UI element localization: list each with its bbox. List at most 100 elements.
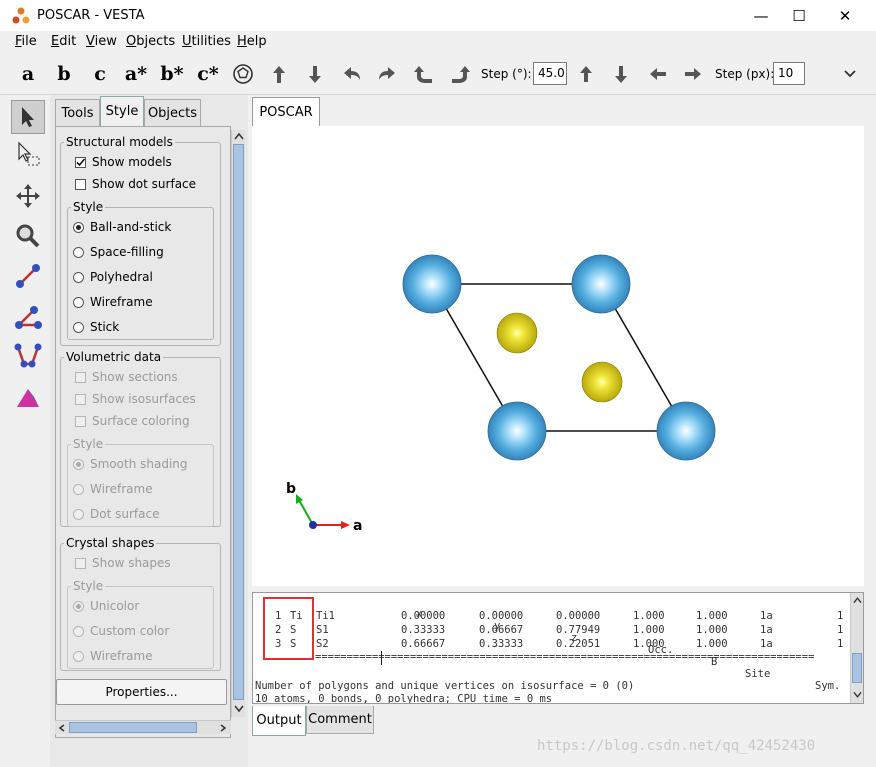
- radio-selected-icon: [73, 221, 84, 233]
- select-box-tool[interactable]: [11, 137, 45, 171]
- show-sections-checkbox[interactable]: Show sections: [75, 370, 178, 384]
- text-cursor: [381, 651, 382, 665]
- scroll-right-icon[interactable]: [219, 724, 227, 732]
- structural-style-group: Style Ball-and-stick Space-filling Polyh…: [67, 200, 214, 340]
- radio-icon: [73, 508, 84, 520]
- scroll-down-icon[interactable]: [234, 705, 244, 713]
- properties-button[interactable]: Properties...: [56, 679, 227, 705]
- show-shapes-checkbox[interactable]: Show shapes: [75, 556, 171, 570]
- menu-edit[interactable]: Edit: [51, 34, 76, 49]
- tab-tools[interactable]: Tools: [55, 99, 100, 126]
- custom-color-radio[interactable]: Custom color: [73, 624, 169, 638]
- view-bstar-button[interactable]: b*: [159, 61, 185, 87]
- menu-help[interactable]: Help: [237, 34, 267, 49]
- radio-icon: [73, 246, 84, 258]
- magnify-tool[interactable]: [11, 219, 45, 253]
- panel-horizontal-scrollbar[interactable]: [55, 720, 231, 734]
- menu-view[interactable]: View: [86, 34, 117, 49]
- table-cell-label: Ti1: [316, 610, 335, 622]
- rotate-down-button[interactable]: [302, 61, 328, 87]
- view-a-button[interactable]: a: [15, 61, 41, 87]
- show-isosurfaces-checkbox[interactable]: Show isosurfaces: [75, 392, 196, 406]
- surface-coloring-checkbox[interactable]: Surface coloring: [75, 414, 190, 428]
- pointer-box-icon: [18, 141, 40, 166]
- tab-output[interactable]: Output: [252, 706, 306, 736]
- output-vertical-scrollbar[interactable]: [850, 593, 863, 703]
- step-px-input[interactable]: 10: [773, 62, 805, 85]
- translate-up-button[interactable]: [573, 61, 599, 87]
- scroll-up-icon[interactable]: [853, 596, 862, 604]
- structure-viewport[interactable]: a b: [252, 126, 864, 586]
- table-cell-occ: 1.000: [633, 638, 665, 650]
- rotate-left-button[interactable]: [339, 61, 365, 87]
- s-atom[interactable]: [496, 312, 538, 354]
- crystal-shapes-group: Crystal shapes Show shapes Style Unicolo…: [60, 536, 221, 671]
- smooth-shading-radio[interactable]: Smooth shading: [73, 457, 188, 471]
- style-ball-and-stick-radio[interactable]: Ball-and-stick: [73, 220, 171, 234]
- view-c-button[interactable]: c: [87, 61, 113, 87]
- s-atom[interactable]: [581, 361, 623, 403]
- ti-atom[interactable]: [656, 401, 716, 461]
- ti-atom[interactable]: [571, 254, 631, 314]
- style-stick-radio[interactable]: Stick: [73, 320, 119, 334]
- distance-tool[interactable]: [11, 259, 45, 293]
- move-icon: [16, 184, 40, 208]
- angle-tool[interactable]: [11, 300, 45, 334]
- lattice-plane-tool[interactable]: [11, 380, 45, 414]
- rotate-up-button[interactable]: [266, 61, 292, 87]
- ti-atom[interactable]: [487, 401, 547, 461]
- menu-utilities[interactable]: Utilities: [182, 34, 231, 49]
- unicolor-radio[interactable]: Unicolor: [73, 599, 139, 613]
- translate-down-button[interactable]: [608, 61, 634, 87]
- crystal-structure-render: a b: [286, 254, 716, 534]
- translate-right-button[interactable]: [680, 61, 706, 87]
- crystal-wireframe-radio[interactable]: Wireframe: [73, 649, 153, 663]
- rotate-right-button[interactable]: [374, 61, 400, 87]
- translate-tool[interactable]: [11, 179, 45, 213]
- style-space-filling-radio[interactable]: Space-filling: [73, 245, 164, 259]
- panel-vertical-scrollbar[interactable]: [231, 130, 245, 717]
- output-panel: x y z Occ. B Site Sym. 1 Ti Ti1 0.00000 0.00…: [252, 592, 864, 704]
- rotate-ccw-button[interactable]: [411, 61, 437, 87]
- dot-surface-radio[interactable]: Dot surface: [73, 507, 159, 521]
- translate-left-button[interactable]: [645, 61, 671, 87]
- table-cell-y: 0.66667: [479, 624, 524, 636]
- view-cstar-button[interactable]: c*: [195, 61, 221, 87]
- select-tool[interactable]: [11, 100, 45, 134]
- output-scroll-thumb[interactable]: [852, 653, 862, 683]
- plane-icon: [17, 389, 39, 407]
- arrow-right-curved-icon: [379, 67, 395, 80]
- tab-style[interactable]: Style: [100, 96, 144, 126]
- toolbar-overflow-button[interactable]: [837, 61, 863, 87]
- scroll-left-icon[interactable]: [58, 724, 66, 732]
- step-degree-input[interactable]: 45.0: [533, 62, 567, 85]
- radio-icon: [73, 483, 84, 495]
- view-b-button[interactable]: b: [51, 61, 77, 87]
- maximize-button[interactable]: ☐: [776, 0, 822, 31]
- rotate-cw-button[interactable]: [447, 61, 473, 87]
- axis-a-label: a: [353, 518, 362, 534]
- view-astar-button[interactable]: a*: [123, 61, 149, 87]
- style-polyhedral-radio[interactable]: Polyhedral: [73, 270, 153, 284]
- close-button[interactable]: ✕: [822, 0, 868, 31]
- table-cell-z: 0.00000: [556, 610, 601, 622]
- dihedral-tool[interactable]: [11, 339, 45, 373]
- show-dot-surface-checkbox[interactable]: Show dot surface: [75, 177, 196, 191]
- ti-atom[interactable]: [402, 254, 462, 314]
- vol-wireframe-radio[interactable]: Wireframe: [73, 482, 153, 496]
- doc-tab-poscar[interactable]: POSCAR: [252, 97, 320, 127]
- scroll-up-icon[interactable]: [234, 132, 244, 140]
- show-models-checkbox[interactable]: Show models: [75, 155, 172, 169]
- panel-hscroll-thumb[interactable]: [69, 722, 197, 733]
- menu-objects[interactable]: Objects: [126, 34, 175, 49]
- scroll-down-icon[interactable]: [853, 691, 862, 699]
- polyhedron-view-button[interactable]: [230, 61, 256, 87]
- menu-file[interactable]: File: [15, 34, 37, 49]
- volumetric-style-group: Style Smooth shading Wireframe Dot surfa…: [67, 437, 214, 527]
- style-wireframe-radio[interactable]: Wireframe: [73, 295, 153, 309]
- tab-comment[interactable]: Comment: [306, 706, 374, 734]
- panel-scroll-thumb[interactable]: [233, 144, 244, 700]
- structural-style-title: Style: [71, 200, 106, 214]
- step-degree-label: Step (°):: [481, 67, 532, 81]
- tab-objects[interactable]: Objects: [144, 99, 201, 126]
